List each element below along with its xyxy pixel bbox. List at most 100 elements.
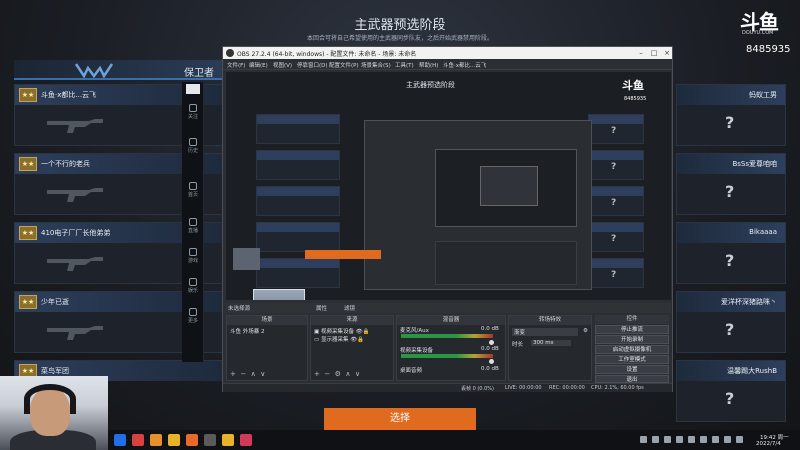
menu-tools[interactable]: 工具(T)	[395, 61, 414, 69]
star-icon	[189, 278, 197, 286]
studio-mode-button[interactable]: 工作室模式	[595, 355, 669, 364]
menu-scene-collection[interactable]: 场景集合(S)	[361, 61, 391, 69]
tray-icon[interactable]	[688, 436, 695, 443]
clock-time[interactable]: 19:42 周一	[760, 433, 789, 441]
taskbar-app-icon[interactable]	[168, 434, 180, 446]
sidebar-item-live[interactable]: 直播	[182, 218, 204, 234]
sources-dock: 来源 ▣ 视频采集设备 👁🔒 ▭ 显示器采集 👁🔒 + − ⚙ ∧ ∨	[310, 315, 394, 381]
menu-edit[interactable]: 编辑(E)	[249, 61, 268, 69]
team-name: 保卫者	[184, 68, 214, 79]
sidebar-item-follow[interactable]: 关注	[182, 104, 204, 120]
douyu-site: DOUYU.COM	[742, 30, 774, 36]
sidebar-item-home[interactable]: 首页	[182, 182, 204, 198]
source-item[interactable]: ▣ 视频采集设备 👁🔒	[314, 327, 370, 335]
mixer-channel-name: 视频采集设备	[400, 348, 434, 354]
close-icon[interactable]: ×	[661, 49, 673, 57]
transition-select[interactable]: 渐变	[512, 328, 578, 336]
preview-player-slot	[256, 258, 340, 288]
filters-button[interactable]: 滤镜	[344, 304, 355, 312]
volume-icon[interactable]	[724, 436, 731, 443]
rec-time: REC: 00:00:00	[549, 385, 585, 391]
player-name: 一个不行的老兵	[41, 160, 90, 168]
remove-icon[interactable]: −	[240, 370, 246, 378]
enemy-slot: 爱洋杯深猪路咪丶 ?	[676, 291, 786, 353]
rifle-icon	[47, 326, 103, 340]
obs-window: OBS 27.2.4 (64-bit, windows) - 配置文件: 未命名…	[222, 46, 673, 392]
scene-toolbar: + − ∧ ∨	[230, 370, 265, 378]
streamer-webcam	[0, 376, 108, 450]
preview-select-button	[305, 250, 381, 259]
rank-badge: ★★	[19, 157, 37, 171]
room-id: 8485935	[746, 44, 791, 55]
douyu-logo: 斗鱼	[740, 10, 779, 34]
menu-docks[interactable]: 停靠窗口(D)	[297, 61, 328, 69]
tray-icon[interactable]	[676, 436, 683, 443]
menu-view[interactable]: 视图(V)	[273, 61, 292, 69]
mixer-channel-db: 0.0 dB	[481, 326, 499, 332]
taskbar-app-icon[interactable]	[240, 434, 252, 446]
gear-icon[interactable]: ⚙	[583, 328, 588, 334]
down-icon[interactable]: ∨	[260, 370, 265, 378]
dropped-frames: 丢帧 0 (0.0%)	[461, 386, 494, 392]
tray-icon[interactable]	[664, 436, 671, 443]
mixer-header: 混音器	[397, 316, 505, 325]
volume-slider[interactable]	[489, 359, 494, 364]
remove-icon[interactable]: −	[324, 370, 330, 378]
menu-file[interactable]: 文件(F)	[227, 61, 245, 69]
settings-button[interactable]: 设置	[595, 365, 669, 374]
player-name: 少年已逝	[41, 298, 69, 306]
preview-enemy-slot: ?	[588, 114, 644, 144]
taskbar-app-icon[interactable]	[132, 434, 144, 446]
up-icon[interactable]: ∧	[345, 370, 350, 378]
preview-room-id: 8485935	[624, 96, 647, 102]
add-icon[interactable]: +	[230, 370, 236, 378]
add-icon[interactable]: +	[314, 370, 320, 378]
exit-button[interactable]: 退出	[595, 375, 669, 383]
preview-player-slot	[256, 186, 340, 216]
preview-player-slot	[256, 222, 340, 252]
sidebar-item-entertainment[interactable]: 娱乐	[182, 278, 204, 294]
player-name: 斗鱼·x都比...云飞	[41, 91, 97, 99]
menu-profile[interactable]: 配置文件(P)	[329, 61, 359, 69]
taskbar-app-icon[interactable]	[186, 434, 198, 446]
virtual-camera-button[interactable]: 启动虚拟摄像机	[595, 345, 669, 354]
source-toolbar: + − ⚙ ∧ ∨	[314, 370, 360, 378]
tray-icon[interactable]	[640, 436, 647, 443]
taskbar-app-icon[interactable]	[222, 434, 234, 446]
player-name: 温馨踢大RushB	[727, 367, 777, 375]
douyu-app-logo	[186, 84, 200, 94]
tray-icon[interactable]	[700, 436, 707, 443]
taskbar-app-icon[interactable]	[114, 434, 126, 446]
maximize-icon[interactable]: □	[648, 49, 660, 57]
stop-streaming-button[interactable]: 停止推流	[595, 325, 669, 334]
up-icon[interactable]: ∧	[251, 370, 256, 378]
tray-icon[interactable]	[652, 436, 659, 443]
wifi-icon[interactable]	[712, 436, 719, 443]
obs-preview[interactable]: 主武器预选阶段 斗鱼 8485935 ? ? ? ? ?	[226, 72, 671, 300]
source-item[interactable]: ▭ 显示器采集 👁🔒	[314, 335, 364, 343]
gear-icon[interactable]: ⚙	[335, 370, 341, 378]
sidebar-item-history[interactable]: 历史	[182, 138, 204, 154]
start-recording-button[interactable]: 开始录制	[595, 335, 669, 344]
minimize-icon[interactable]: –	[635, 49, 647, 57]
mixer-channel-name: 桌面音频	[400, 368, 423, 374]
obs-window-title: OBS 27.2.4 (64-bit, windows) - 配置文件: 未命名…	[237, 51, 417, 58]
preview-enemy-slot: ?	[588, 258, 644, 288]
scene-item[interactable]: 斗鱼 外场暴 2	[230, 327, 265, 335]
duration-input[interactable]: 300 ms	[531, 340, 571, 346]
volume-slider[interactable]	[489, 340, 494, 345]
preview-douyu-logo: 斗鱼	[622, 79, 644, 92]
menu-help[interactable]: 帮助(H)	[419, 61, 438, 69]
taskbar-app-icon[interactable]	[150, 434, 162, 446]
sidebar-item-more[interactable]: 更多	[182, 308, 204, 324]
sidebar-item-games[interactable]: 游戏	[182, 248, 204, 264]
taskbar-app-icon[interactable]	[204, 434, 216, 446]
preview-enemy-slot: ?	[588, 150, 644, 180]
clock-date[interactable]: 2022/7/4	[756, 441, 781, 447]
menu-streamer: 斗鱼·x都比...云飞	[443, 63, 487, 69]
sources-header: 来源	[311, 316, 393, 325]
ime-icon[interactable]	[736, 436, 743, 443]
properties-button[interactable]: 属性	[316, 304, 327, 312]
select-weapon-button[interactable]: 选择	[324, 408, 476, 430]
down-icon[interactable]: ∨	[355, 370, 360, 378]
